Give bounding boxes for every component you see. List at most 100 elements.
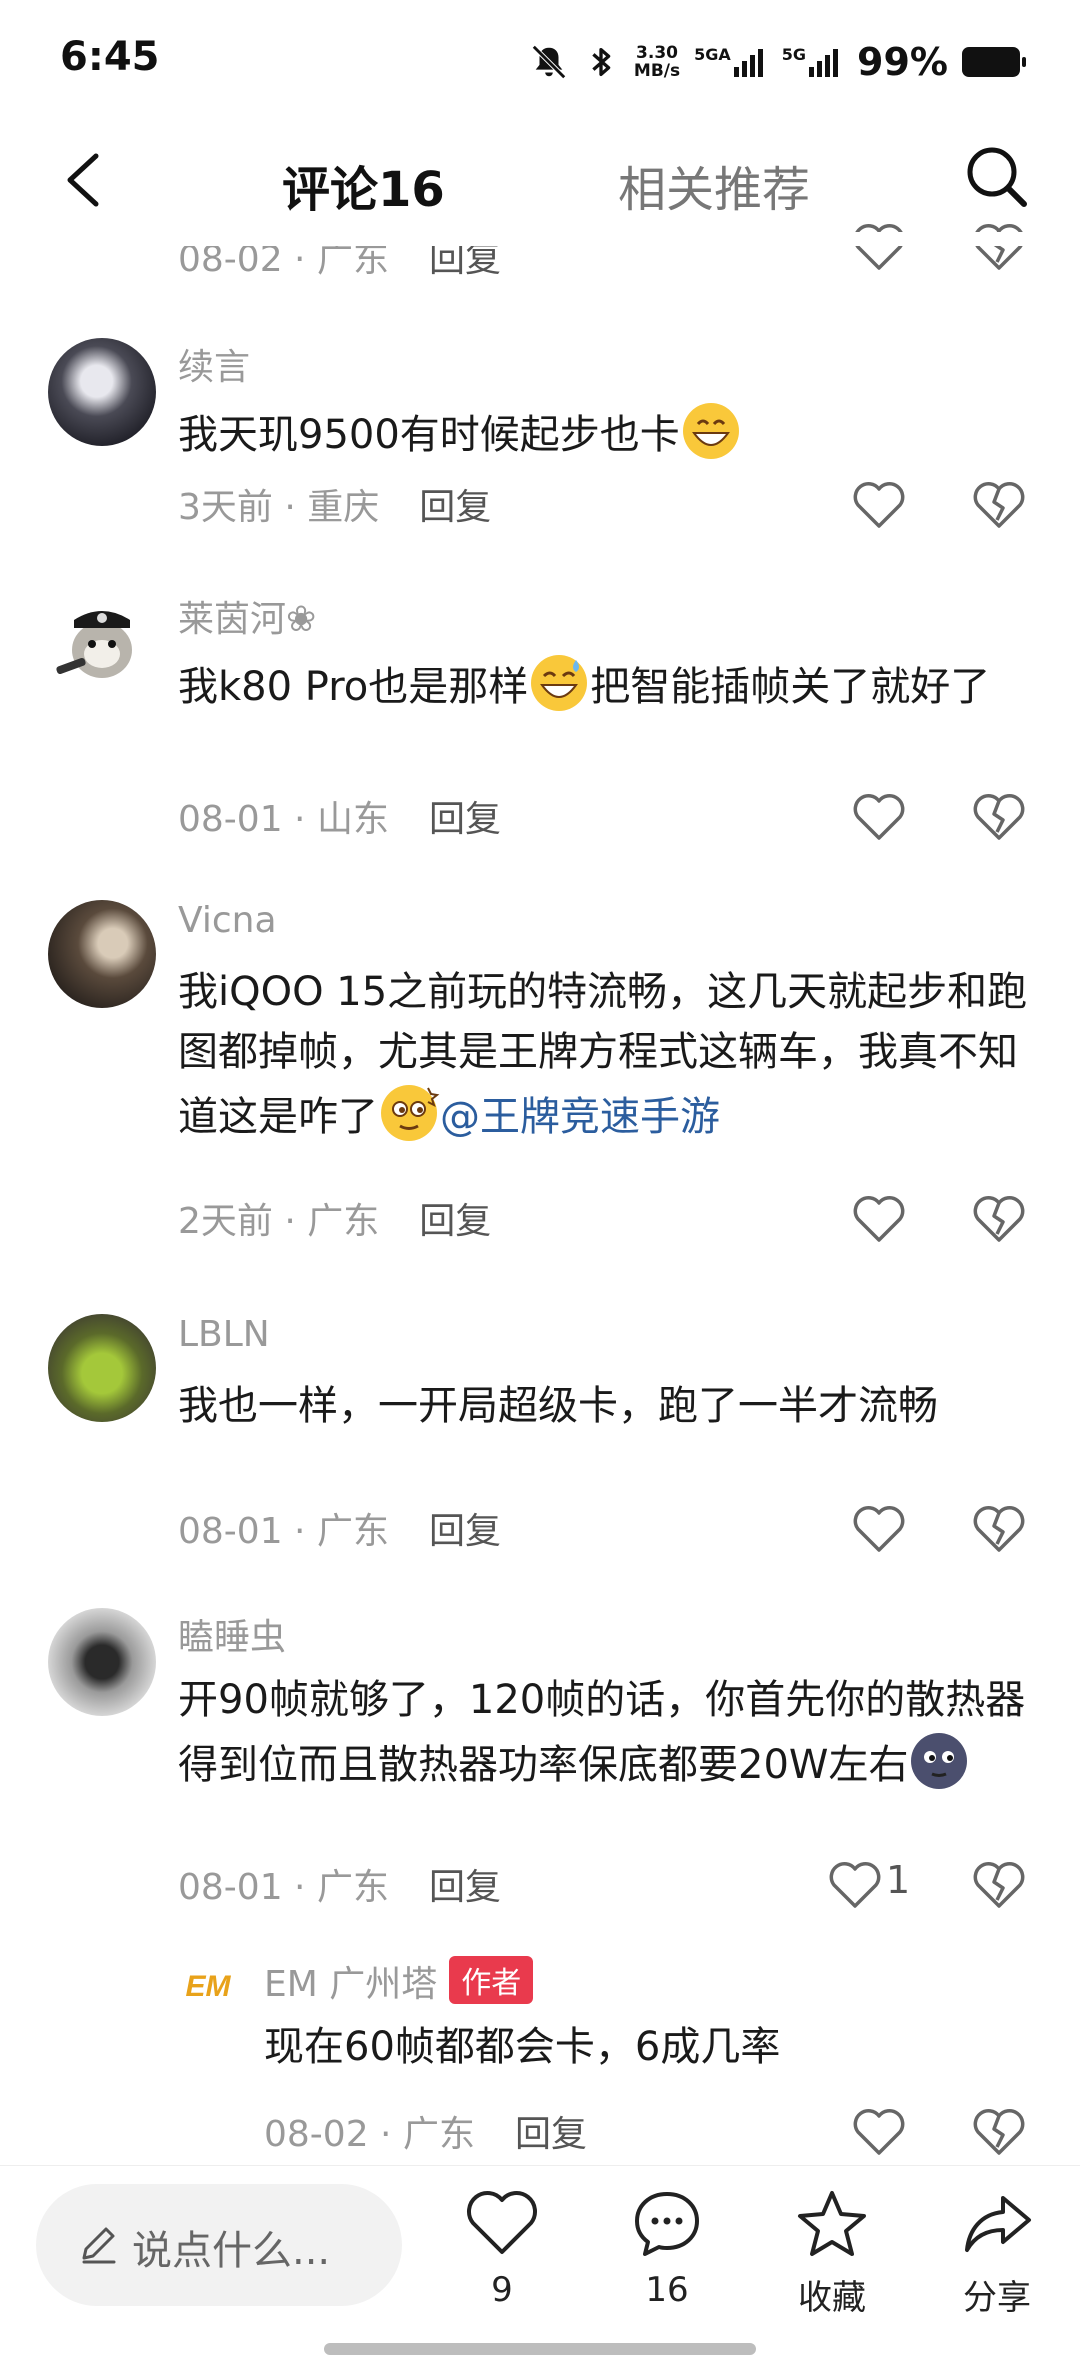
broken-heart-icon[interactable]	[972, 1194, 1026, 1244]
share-label: 分享	[963, 2278, 1031, 2318]
heart-icon[interactable]	[852, 2107, 906, 2157]
dizzy-emoji	[381, 1085, 440, 1141]
comment-username[interactable]: 莱茵河❀	[178, 590, 316, 642]
heart-icon[interactable]	[828, 1860, 882, 1910]
heart-icon	[467, 2191, 537, 2254]
status-icons: 3.30 MB/s 5GA 5G 99%	[530, 38, 1026, 86]
comment-text: 现在60帧都都会卡，6成几率	[264, 2017, 1024, 2077]
avatar[interactable]	[48, 590, 156, 698]
comment-location: 广东	[402, 2114, 475, 2155]
avatar[interactable]	[48, 1608, 156, 1716]
avatar[interactable]	[48, 1314, 156, 1422]
comment-username[interactable]: 续言	[178, 338, 250, 390]
mention-link[interactable]: @王牌竞速手游	[440, 1094, 720, 1140]
heart-icon[interactable]	[852, 1504, 906, 1554]
battery-percent: 99%	[857, 40, 948, 84]
comment-text: 开90帧就够了，120帧的话，你首先你的散热器得到位而且散热器功率保底都要20W…	[178, 1670, 1038, 1795]
avatar[interactable]: EM	[176, 1955, 240, 2019]
comment-text-content: 开90帧就够了，120帧的话，你首先你的散热器得到位而且散热器功率保底都要20W…	[178, 1677, 1026, 1788]
sim2-signal: 5G	[782, 47, 843, 77]
comment-username[interactable]: LBLN	[178, 1314, 270, 1355]
share-button[interactable]: 分享	[927, 2186, 1067, 2336]
comment-meta: 08-01 · 山东 回复	[178, 799, 501, 840]
broken-heart-icon[interactable]	[972, 222, 1026, 272]
sim1-label: 5GA	[694, 45, 731, 64]
comment-location: 广东	[316, 1867, 389, 1908]
comment-location: 广东	[307, 1201, 380, 1242]
comment-meta: 08-01 · 广东 回复	[178, 1867, 501, 1908]
comment-text-content: 把智能插帧关了就好了	[590, 664, 991, 710]
comment-count: 16	[645, 2270, 689, 2310]
like-button[interactable]: 9	[432, 2186, 572, 2336]
comment-location: 重庆	[307, 487, 380, 528]
comment-text-content: 我k80 Pro也是那样	[178, 664, 529, 710]
comment-location: 山东	[316, 799, 389, 840]
reply-button[interactable]: 回复	[429, 799, 501, 840]
favorite-label: 收藏	[798, 2278, 866, 2318]
comment-text: 我k80 Pro也是那样 把智能插帧关了就好了	[178, 652, 1008, 717]
comment-date: 08-01	[178, 799, 283, 840]
reply-button[interactable]: 回复	[429, 1511, 501, 1552]
comment-text: 我天玑9500有时候起步也卡	[178, 400, 1038, 465]
reply-button[interactable]: 回复	[419, 1201, 491, 1242]
moon-face-emoji	[911, 1733, 968, 1789]
input-placeholder: 说点什么...	[132, 2228, 331, 2274]
comment-meta: 08-01 · 广东 回复	[178, 1511, 501, 1552]
status-bar: 6:45 3.30 MB/s 5GA 5G 99%	[0, 0, 1080, 120]
heart-icon[interactable]	[852, 222, 906, 272]
pencil-icon	[82, 2227, 116, 2264]
comment-username[interactable]: 瞌睡虫	[178, 1608, 286, 1660]
comment-text: 我也一样，一开局超级卡，跑了一半才流畅	[178, 1376, 1008, 1436]
star-icon	[798, 2191, 866, 2256]
comment-text-content: 我也一样，一开局超级卡，跑了一半才流畅	[178, 1383, 938, 1429]
comment-date: 3天前	[178, 487, 273, 528]
avatar[interactable]	[48, 338, 156, 446]
signal-bars-icon	[733, 49, 763, 77]
chat-bubble-icon	[635, 2192, 699, 2256]
tab-comments[interactable]: 评论16	[282, 150, 445, 220]
signal-bars-icon	[809, 49, 839, 77]
sweat-smile-emoji	[531, 655, 588, 711]
comment-button[interactable]: 16	[597, 2186, 737, 2336]
author-badge: 作者	[449, 1956, 534, 2004]
comment-date: 08-02	[264, 2114, 369, 2155]
reply-username-row: EM 广州塔 作者	[264, 1955, 534, 2007]
sim2-label: 5G	[781, 45, 807, 64]
broken-heart-icon[interactable]	[972, 792, 1026, 842]
comment-meta: 2天前 · 广东 回复	[178, 1201, 492, 1242]
heart-icon[interactable]	[852, 792, 906, 842]
comment-username[interactable]: Vicna	[178, 900, 277, 941]
mute-bell-icon	[532, 45, 566, 79]
comment-input[interactable]: 说点什么...	[36, 2184, 402, 2306]
header: 评论16 相关推荐	[0, 120, 1080, 245]
sim1-signal: 5GA	[694, 47, 768, 77]
reply-button[interactable]: 回复	[515, 2114, 587, 2155]
bluetooth-icon	[592, 47, 611, 77]
avatar-logo-text: EM	[185, 1970, 231, 2003]
comment-username[interactable]: EM 广州塔	[264, 1964, 437, 2005]
reply-button[interactable]: 回复	[429, 1867, 501, 1908]
heart-icon[interactable]	[852, 1194, 906, 1244]
broken-heart-icon[interactable]	[972, 1504, 1026, 1554]
back-arrow-icon[interactable]	[58, 150, 108, 210]
cat-avatar-icon	[56, 611, 132, 678]
heart-icon[interactable]	[852, 480, 906, 530]
comment-meta: 08-02 · 广东 回复	[264, 2114, 587, 2155]
comment-meta: 3天前 · 重庆 回复	[178, 487, 492, 528]
avatar[interactable]	[48, 900, 156, 1008]
comment-text-content: 我天玑9500有时候起步也卡	[178, 412, 680, 458]
reply-button[interactable]: 回复	[419, 487, 491, 528]
tab-related[interactable]: 相关推荐	[618, 150, 810, 220]
search-icon[interactable]	[962, 142, 1030, 210]
status-time: 6:45	[60, 34, 160, 80]
home-indicator[interactable]	[324, 2343, 756, 2355]
network-speed: 3.30 MB/s	[634, 44, 680, 80]
comment-date: 2天前	[178, 1201, 273, 1242]
broken-heart-icon[interactable]	[972, 1860, 1026, 1910]
broken-heart-icon[interactable]	[972, 480, 1026, 530]
share-arrow-icon	[965, 2196, 1031, 2252]
favorite-button[interactable]: 收藏	[762, 2186, 902, 2336]
like-count: 9	[491, 2270, 513, 2310]
comment-location: 广东	[316, 1511, 389, 1552]
broken-heart-icon[interactable]	[972, 2107, 1026, 2157]
